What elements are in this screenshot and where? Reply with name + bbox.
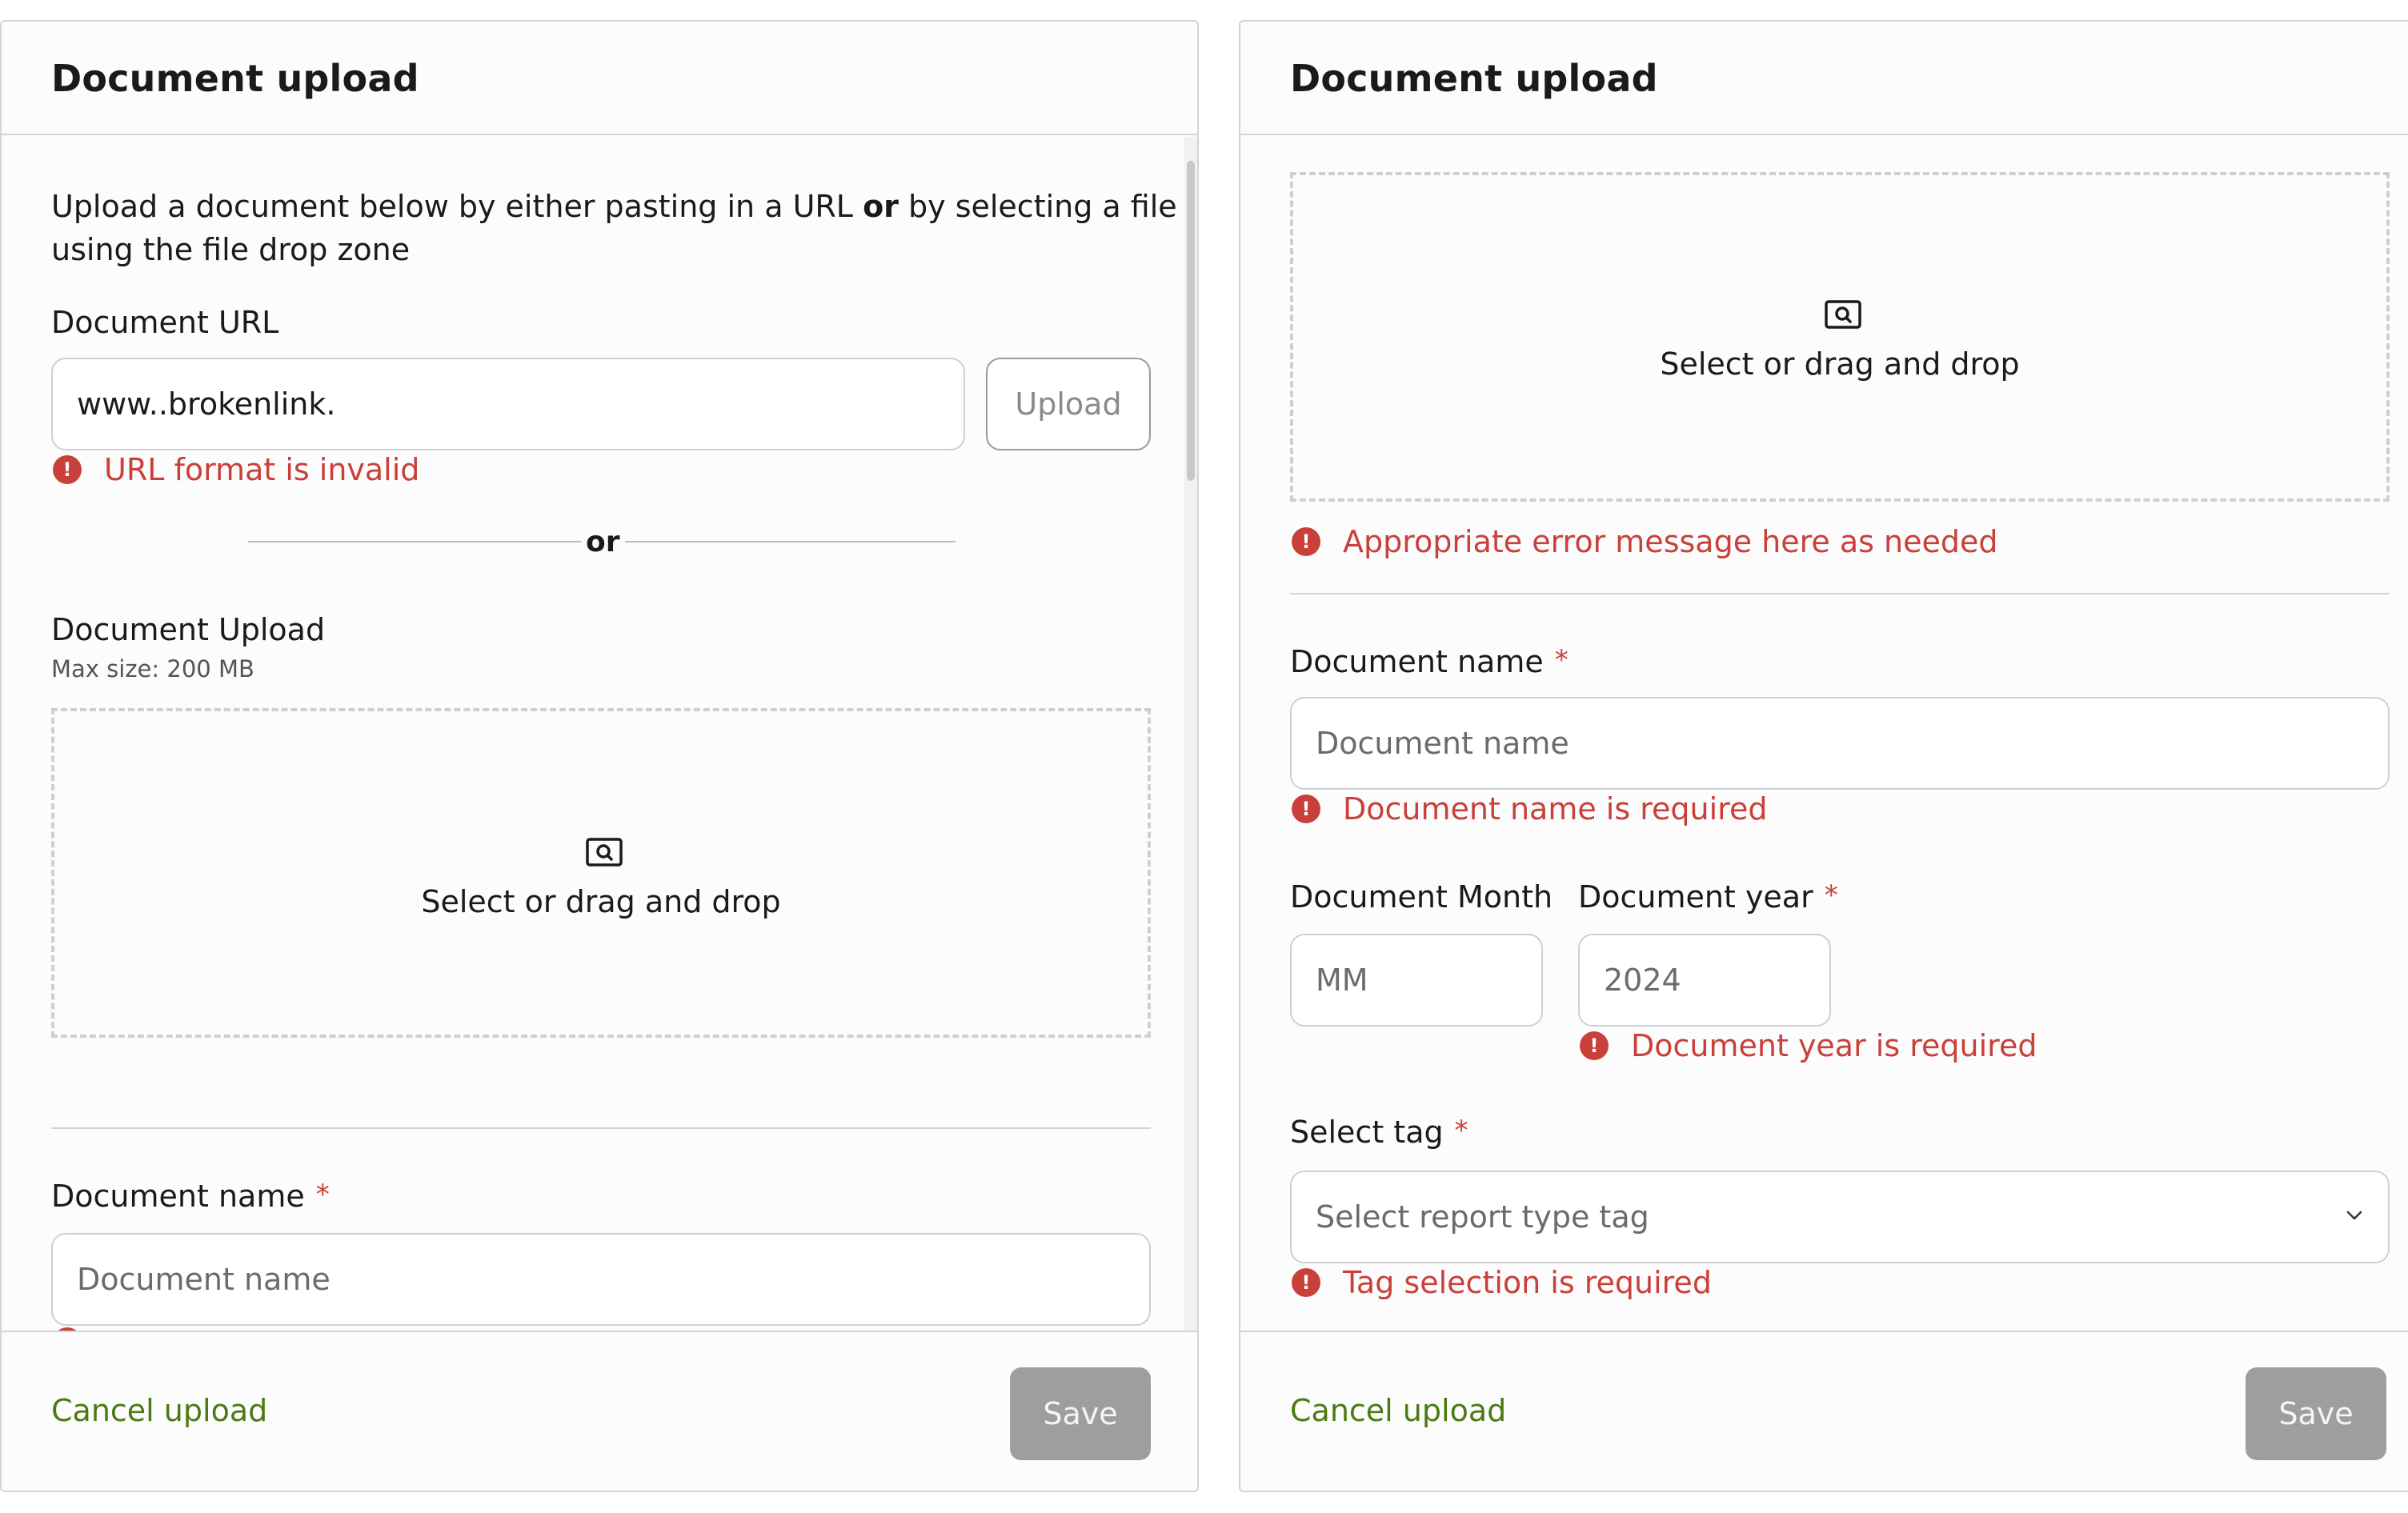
tag-select-value: Select report type tag (1316, 1199, 1649, 1235)
year-error-text: Document year is required (1631, 1028, 2037, 1063)
scrollbar-thumb[interactable] (1187, 161, 1195, 481)
dropzone-text: Select or drag and drop (421, 884, 781, 919)
doc-name-input[interactable]: Document name (1290, 697, 2390, 790)
url-error: ! URL format is invalid (53, 452, 419, 487)
tag-error-text: Tag selection is required (1343, 1265, 1712, 1300)
alert-icon: ! (1292, 1268, 1320, 1297)
max-size-hint: Max size: 200 MB (51, 655, 254, 682)
file-dropzone[interactable]: Select or drag and drop (51, 708, 1151, 1038)
file-dropzone[interactable]: Select or drag and drop (1290, 172, 2390, 502)
panel-body[interactable]: Select or drag and drop ! Appropriate er… (1240, 137, 2408, 1331)
url-error-text: URL format is invalid (104, 452, 420, 487)
alert-icon: ! (53, 455, 82, 484)
year-input[interactable]: 2024 (1578, 934, 1831, 1027)
panel-title: Document upload (51, 57, 419, 100)
year-label: Document year * (1578, 879, 1838, 915)
panel-header: Document upload (1240, 22, 2408, 135)
doc-name-error: ! Document name is required (1292, 791, 1767, 827)
alert-icon: ! (1292, 527, 1320, 556)
tag-select[interactable]: Select report type tag (1290, 1171, 2390, 1263)
scrollbar-track[interactable] (1184, 137, 1197, 1331)
doc-name-error-text: Document name is required (1343, 791, 1768, 827)
save-button[interactable]: Save (1010, 1367, 1151, 1460)
cancel-upload-link[interactable]: Cancel upload (51, 1393, 267, 1428)
url-input[interactable]: www..brokenlink. (51, 358, 965, 450)
chevron-down-icon (2346, 1211, 2362, 1220)
dropzone-text: Select or drag and drop (1660, 346, 2020, 382)
alert-icon: ! (1292, 795, 1320, 823)
year-error: ! Document year is required (1580, 1028, 2037, 1063)
tag-error: ! Tag selection is required (1292, 1265, 1712, 1300)
dropzone-error-text: Appropriate error message here as needed (1343, 524, 1998, 559)
required-mark: * (1554, 644, 1569, 676)
upload-panel-right: Document upload Select or drag and drop … (1239, 20, 2408, 1492)
panel-body[interactable]: Upload a document below by either pastin… (2, 137, 1197, 1331)
required-mark: * (1824, 879, 1838, 911)
upload-label: Document Upload (51, 612, 326, 647)
month-input[interactable]: MM (1290, 934, 1543, 1027)
section-divider (1290, 593, 2390, 594)
file-search-icon (1825, 300, 1861, 329)
year-label-text: Document year (1578, 879, 1813, 915)
cancel-upload-link[interactable]: Cancel upload (1290, 1393, 1506, 1428)
upload-panel-left: Document upload Upload a document below … (0, 20, 1199, 1492)
intro-text-line2: using the file drop zone (51, 232, 411, 267)
doc-name-label: Document name * (1290, 644, 1569, 679)
or-divider-text: or (581, 526, 625, 558)
panel-header: Document upload (2, 22, 1197, 135)
required-mark: * (315, 1179, 330, 1211)
required-mark: * (1454, 1115, 1468, 1147)
file-search-icon (586, 838, 623, 867)
doc-name-label-text: Document name (1290, 644, 1544, 679)
tag-label: Select tag * (1290, 1115, 1468, 1150)
tag-label-text: Select tag (1290, 1115, 1444, 1150)
intro-text: Upload a document below by either pastin… (51, 185, 1177, 228)
month-label: Document Month (1290, 879, 1553, 915)
intro-text-part: by selecting a file (898, 189, 1177, 224)
save-button[interactable]: Save (2246, 1367, 2386, 1460)
panel-footer: Cancel upload Save (1240, 1331, 2408, 1491)
alert-icon: ! (1580, 1031, 1609, 1060)
panel-title: Document upload (1290, 57, 1658, 100)
doc-name-input[interactable]: Document name (51, 1233, 1151, 1326)
doc-name-label-text: Document name (51, 1179, 305, 1214)
url-label: Document URL (51, 305, 279, 340)
intro-text-bold: or (863, 189, 899, 224)
doc-name-label: Document name * (51, 1179, 330, 1214)
upload-button[interactable]: Upload (986, 358, 1151, 450)
panel-footer: Cancel upload Save (2, 1331, 1197, 1491)
dropzone-error: ! Appropriate error message here as need… (1292, 524, 1997, 559)
section-divider (51, 1127, 1151, 1129)
intro-text-part: Upload a document below by either pastin… (51, 189, 863, 224)
